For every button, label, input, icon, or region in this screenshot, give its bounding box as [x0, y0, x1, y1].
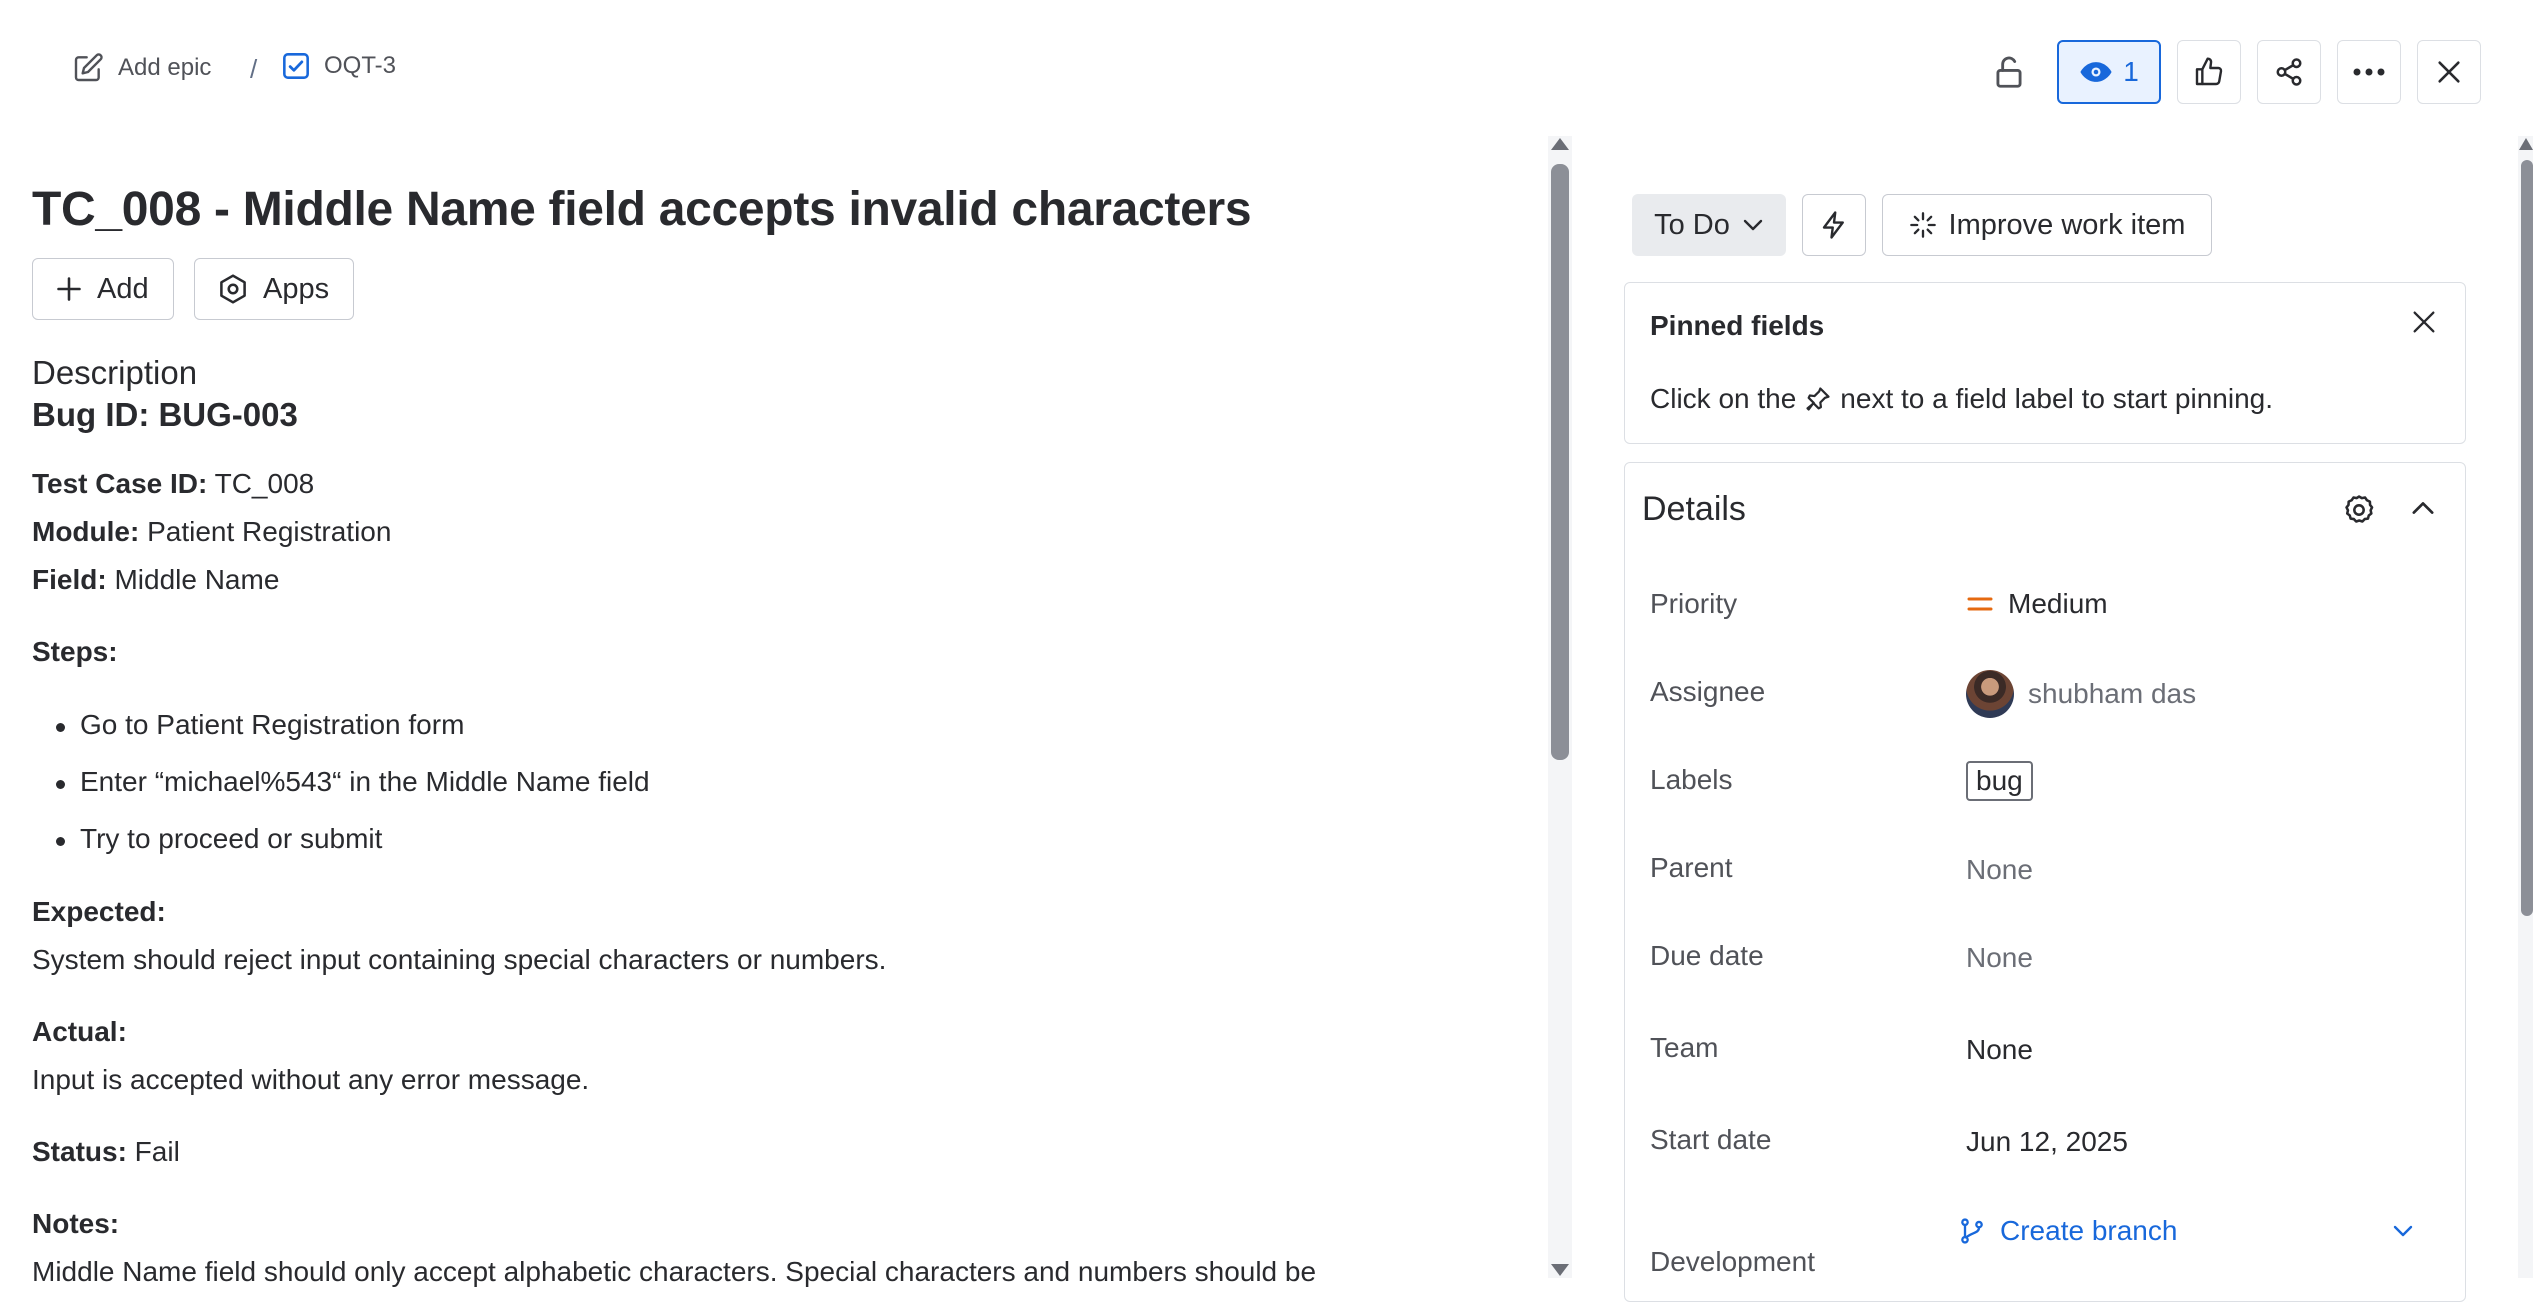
assignee-value: shubham das [2028, 678, 2197, 709]
create-branch-label: Create branch [2000, 1215, 2178, 1246]
add-label: Add [97, 272, 149, 305]
expected-text: System should reject input containing sp… [32, 944, 887, 975]
close-button[interactable] [2417, 40, 2481, 104]
status-value: To Do [1654, 208, 1730, 241]
lightning-icon [1819, 208, 1849, 242]
plus-icon [55, 275, 83, 303]
development-label: Development [1650, 1246, 1815, 1277]
notes-label: Notes: [32, 1208, 120, 1239]
automation-button[interactable] [1802, 194, 1866, 256]
issue-title[interactable]: TC_008 - Middle Name field accepts inval… [32, 182, 1252, 237]
due-date-label: Due date [1650, 940, 1764, 971]
improve-label: Improve work item [1948, 208, 2186, 241]
edit-icon [72, 52, 104, 84]
labels-label: Labels [1650, 764, 1733, 795]
assignee-label: Assignee [1650, 676, 1766, 707]
share-icon [2274, 57, 2304, 87]
unlock-icon[interactable] [1990, 52, 2028, 92]
close-icon [2435, 58, 2463, 86]
apps-label: Apps [263, 272, 330, 305]
close-pinned-icon[interactable] [2410, 308, 2438, 336]
steps-label: Steps: [32, 636, 118, 667]
improve-work-item-button[interactable]: Improve work item [1882, 194, 2212, 256]
team-value[interactable]: None [1966, 1034, 2033, 1066]
sparkle-icon [1909, 211, 1937, 239]
label-tag[interactable]: bug [1966, 761, 2033, 801]
apps-button[interactable]: Apps [194, 258, 355, 320]
task-checkbox-icon [282, 52, 310, 80]
step-item: Enter “michael%543“ in the Middle Name f… [56, 766, 650, 798]
watch-count: 1 [2123, 56, 2139, 87]
breadcrumb-separator: / [250, 54, 258, 84]
assignee-field[interactable]: shubham das [1966, 670, 2196, 718]
create-branch-link[interactable]: Create branch [1958, 1215, 2177, 1247]
priority-field[interactable]: Medium [1966, 588, 2108, 620]
branch-icon [1958, 1215, 1986, 1247]
start-date-value[interactable]: Jun 12, 2025 [1966, 1126, 2128, 1158]
thumbs-up-icon [2193, 56, 2225, 88]
scroll-down-arrow[interactable] [1551, 1264, 1569, 1276]
share-button[interactable] [2257, 40, 2321, 104]
pin-icon [1804, 385, 1832, 413]
main-scrollbar-thumb[interactable] [1551, 164, 1569, 760]
labels-field[interactable]: bug [1966, 761, 2033, 801]
vote-button[interactable] [2177, 40, 2241, 104]
apps-icon [217, 273, 249, 305]
bug-id: Bug ID: BUG-003 [32, 396, 298, 433]
scroll-up-arrow[interactable] [1551, 138, 1569, 150]
pinned-fields-hint: Click on the next to a field label to st… [1650, 383, 2274, 414]
add-button[interactable]: Add [32, 258, 174, 320]
module-line: Module: Patient Registration [32, 516, 392, 547]
add-epic-label: Add epic [118, 54, 212, 81]
actual-text: Input is accepted without any error mess… [32, 1064, 590, 1095]
issue-key: OQT-3 [324, 52, 397, 79]
priority-medium-icon [1966, 594, 1994, 614]
details-heading[interactable]: Details [1642, 490, 1746, 529]
gear-icon[interactable] [2342, 493, 2376, 527]
pinned-fields-title: Pinned fields [1650, 310, 1825, 341]
sidebar-scrollbar-thumb[interactable] [2521, 160, 2533, 916]
status-dropdown[interactable]: To Do [1632, 194, 1786, 256]
step-item: Try to proceed or submit [56, 823, 382, 855]
step-item: Go to Patient Registration form [56, 709, 464, 741]
status-line: Status: Fail [32, 1136, 180, 1167]
description-heading: Description [32, 354, 198, 391]
sidebar-scroll-up-arrow[interactable] [2519, 138, 2533, 150]
test-case-id-line: Test Case ID: TC_008 [32, 468, 315, 499]
expected-label: Expected: [32, 896, 166, 927]
notes-text: Middle Name field should only accept alp… [32, 1256, 1317, 1287]
more-actions-button[interactable] [2337, 40, 2401, 104]
add-epic-link[interactable]: Add epic [72, 52, 211, 84]
priority-value: Medium [2008, 588, 2108, 619]
pinned-fields-card [1624, 282, 2466, 444]
parent-value[interactable]: None [1966, 854, 2033, 886]
avatar [1966, 670, 2014, 718]
parent-label: Parent [1650, 852, 1733, 883]
start-date-label: Start date [1650, 1124, 1772, 1155]
actual-label: Actual: [32, 1016, 127, 1047]
due-date-value[interactable]: None [1966, 942, 2033, 974]
eye-icon [2079, 59, 2113, 85]
team-label: Team [1650, 1032, 1719, 1063]
issue-key-link[interactable]: OQT-3 [282, 52, 396, 80]
watch-button[interactable]: 1 [2057, 40, 2161, 104]
field-line: Field: Middle Name [32, 564, 280, 595]
more-icon [2352, 67, 2386, 77]
priority-label: Priority [1650, 588, 1738, 619]
chevron-up-icon[interactable] [2410, 500, 2436, 516]
chevron-down-icon [1742, 218, 1764, 232]
development-chevron-down-icon[interactable] [2392, 1224, 2414, 1238]
